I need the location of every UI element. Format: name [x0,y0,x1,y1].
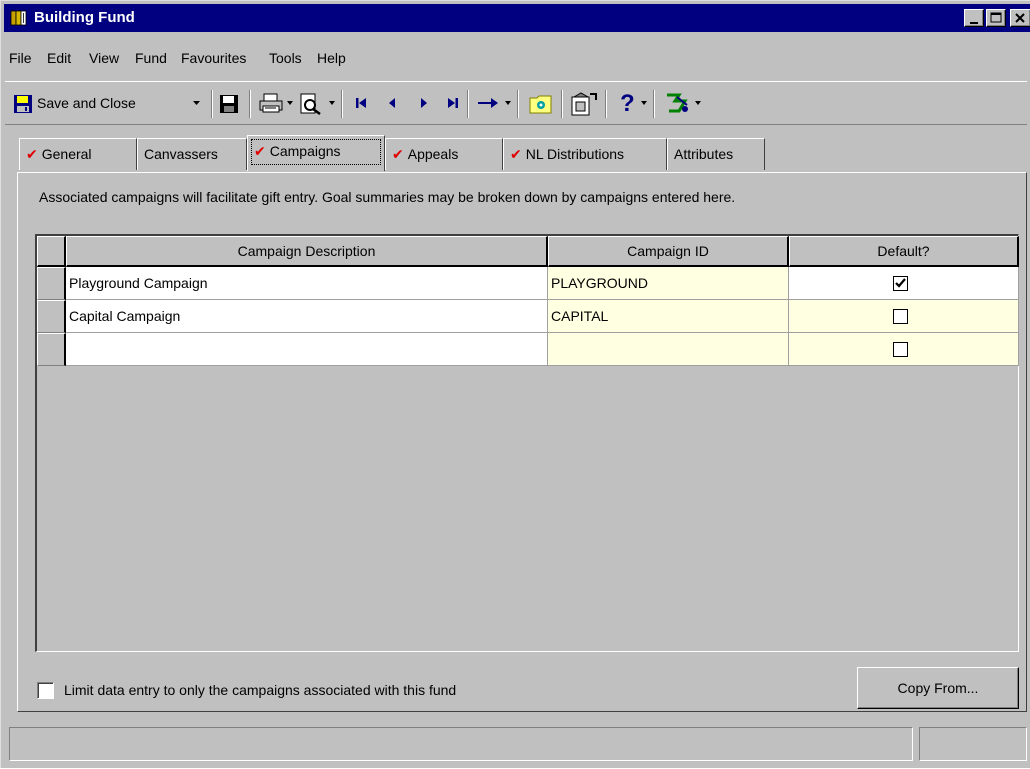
tab-check-icon: ✔ [26,146,38,162]
status-pane-main [9,727,913,761]
close-button[interactable] [1010,9,1030,27]
menu-view[interactable]: View [89,50,119,66]
tools-dropdown-icon[interactable] [695,101,701,105]
preview-dropdown-icon[interactable] [329,101,335,105]
save-icon[interactable] [219,94,239,114]
save-close-icon [14,95,32,113]
toolbar-separator [341,90,343,118]
menu-edit[interactable]: Edit [47,50,71,66]
default-checkbox[interactable] [893,309,908,324]
svg-text:?: ? [620,90,635,116]
toolbar-separator [561,90,563,118]
tab-general-label: General [41,146,92,162]
save-dropdown-icon[interactable] [193,101,200,105]
tab-campaigns-label: Campaigns [269,143,341,159]
previous-record-icon[interactable] [387,96,397,110]
print-icon[interactable] [259,93,283,115]
column-header-campaign-id[interactable]: Campaign ID [548,236,789,267]
column-header-default[interactable]: Default? [789,236,1019,267]
default-checkbox[interactable] [893,342,908,357]
cell-campaign-id[interactable]: CAPITAL [548,300,789,333]
next-record-icon[interactable] [419,96,429,110]
cell-description[interactable]: Capital Campaign [66,300,548,333]
maximize-icon [990,12,1002,23]
menu-help[interactable]: Help [317,50,346,66]
toolbar-separator [467,90,469,118]
limit-campaigns-label[interactable]: Limit data entry to only the campaigns a… [64,682,456,698]
maximize-button[interactable] [986,9,1006,27]
tab-nl-distributions-label: NL Distributions [525,146,625,162]
building-fund-window: Building Fund File Edit View Fund Favour… [0,0,1030,768]
cell-default[interactable] [789,300,1019,333]
close-icon [1015,13,1025,23]
print-dropdown-icon[interactable] [287,101,293,105]
menu-favourites[interactable]: Favourites [181,50,246,66]
print-preview-icon[interactable] [299,93,323,115]
tab-canvassers[interactable]: Canvassers [137,138,247,170]
cell-default[interactable] [789,333,1019,366]
tab-attributes[interactable]: Attributes [667,138,765,170]
tab-check-icon: ✔ [392,146,404,162]
row-header[interactable] [37,267,66,300]
row-header[interactable] [37,333,66,366]
toolbar-separator [249,90,251,118]
menu-fund[interactable]: Fund [135,50,167,66]
status-bar [1,719,1030,769]
save-and-close-label: Save and Close [37,95,136,111]
minimize-button[interactable] [964,9,984,27]
grid-corner[interactable] [37,236,66,267]
minimize-icon [970,22,978,24]
column-header-description[interactable]: Campaign Description [66,236,548,267]
last-record-icon[interactable] [447,96,459,110]
tab-check-icon: ✔ [510,146,522,162]
tab-appeals-label: Appeals [407,146,459,162]
tab-check-icon: ✔ [254,143,266,159]
cell-campaign-id[interactable]: PLAYGROUND [548,267,789,300]
help-icon[interactable]: ? [617,90,635,116]
cell-description[interactable] [66,333,548,366]
tab-general[interactable]: ✔ General [19,138,137,170]
properties-icon[interactable] [571,92,597,116]
tab-canvassers-label: Canvassers [144,146,218,162]
tab-appeals[interactable]: ✔ Appeals [385,138,503,170]
toolbar-separator [211,90,213,118]
help-dropdown-icon[interactable] [641,101,647,105]
menu-file[interactable]: File [9,50,32,66]
first-record-icon[interactable] [355,96,367,110]
goto-arrow-icon[interactable] [477,96,499,110]
toolbar-separator [653,90,655,118]
limit-campaigns-checkbox[interactable] [37,682,54,699]
campaigns-grid[interactable]: Campaign Description Campaign ID Default… [35,234,1019,652]
toolbar-separator [517,90,519,118]
fund-book-icon [10,10,27,26]
cell-description[interactable]: Playground Campaign [66,267,548,300]
toolbar: Save and Close ? [5,81,1027,125]
tab-attributes-label: Attributes [674,146,734,162]
folder-icon[interactable] [529,93,553,115]
toolbar-separator [605,90,607,118]
window-title: Building Fund [34,9,135,26]
row-header[interactable] [37,300,66,333]
checkmark-icon [895,278,906,288]
cell-campaign-id[interactable] [548,333,789,366]
panel-description: Associated campaigns will facilitate gif… [39,189,736,205]
tools-icon[interactable] [665,91,691,115]
status-pane-secondary [919,727,1027,761]
title-bar[interactable]: Building Fund [4,4,1030,32]
copy-from-button[interactable]: Copy From... [857,667,1019,709]
menu-tools[interactable]: Tools [269,50,302,66]
cell-default[interactable] [789,267,1019,300]
tab-nl-distributions[interactable]: ✔ NL Distributions [503,138,667,170]
default-checkbox-checked[interactable] [893,276,908,291]
goto-dropdown-icon[interactable] [505,101,511,105]
tab-campaigns[interactable]: ✔ Campaigns [247,135,385,171]
